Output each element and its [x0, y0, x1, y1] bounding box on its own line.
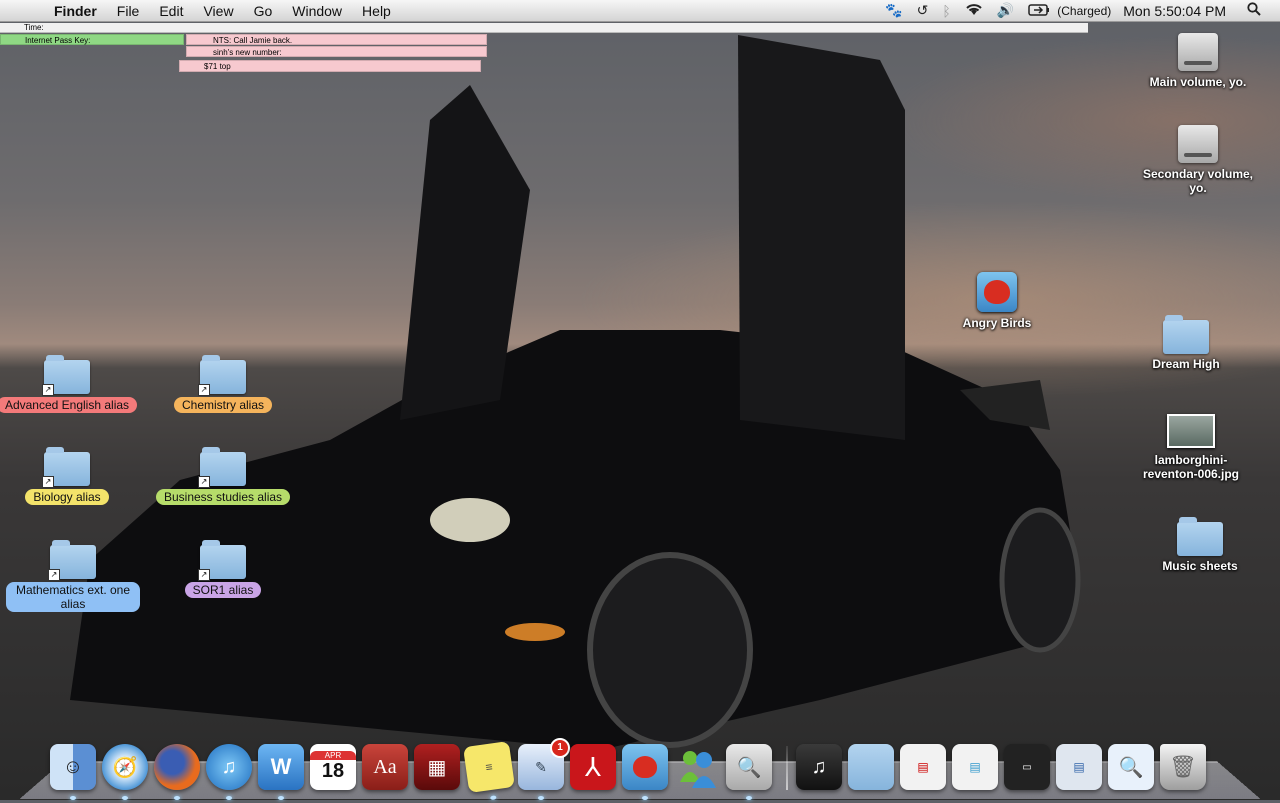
wifi-icon[interactable] — [958, 3, 990, 19]
alias-arrow-icon: ↗ — [42, 384, 54, 396]
desktop-icon-music-sheets[interactable]: Music sheets — [1115, 517, 1280, 573]
icon-label: lamborghini-reventon-006.jpg — [1142, 453, 1240, 481]
folder-alias-icon: ↗ — [198, 447, 246, 488]
icon-label: Dream High — [1152, 357, 1220, 371]
icon-label: Secondary volume, yo. — [1142, 167, 1254, 195]
note-71-top[interactable]: $71 top — [179, 60, 481, 72]
desktop-icon-sor1[interactable]: ↗ SOR1 alias — [138, 540, 308, 598]
icon-label: SOR1 alias — [184, 582, 262, 598]
icon-label: Advanced English alias — [0, 397, 138, 413]
desktop-icon-chemistry[interactable]: ↗ Chemistry alias — [138, 355, 308, 413]
alias-arrow-icon: ↗ — [42, 476, 54, 488]
alias-arrow-icon: ↗ — [198, 476, 210, 488]
battery-icon[interactable] — [1021, 3, 1057, 19]
dock-photo-booth-icon[interactable]: ▦ — [414, 744, 460, 790]
note-sinh-number[interactable]: sinh's new number: — [186, 46, 487, 57]
ical-month: APR — [310, 751, 356, 760]
dock-preview-icon[interactable]: 🔍 — [726, 744, 772, 800]
icon-label: Main volume, yo. — [1149, 75, 1247, 89]
dictionary-text: Aa — [373, 755, 397, 778]
dock-imgur-window-icon[interactable]: ▭ — [1004, 744, 1050, 790]
dock-textedit-icon[interactable]: ✎ 1 — [518, 738, 570, 800]
desktop-icon-mathematics[interactable]: ↗ Mathematics ext. one alias — [0, 540, 158, 612]
folder-alias-icon: ↗ — [48, 540, 96, 581]
volume-icon[interactable]: 🔊 — [990, 2, 1021, 19]
desktop-icon-lamborghini-jpg[interactable]: lamborghini-reventon-006.jpg — [1106, 414, 1276, 481]
note-time-label: Time: — [24, 23, 44, 32]
desktop-icon-business-studies[interactable]: ↗ Business studies alias — [138, 447, 308, 505]
menu-help[interactable]: Help — [352, 3, 401, 19]
icon-label: Chemistry alias — [173, 397, 273, 413]
ical-day: 18 — [321, 760, 345, 782]
dock-dictionary-icon[interactable]: Aa — [362, 744, 408, 790]
dock-finder-icon[interactable]: ☺ — [50, 744, 96, 800]
hard-drive-icon — [1178, 33, 1218, 71]
dock-pdf-window-icon[interactable]: ▤ — [900, 744, 946, 790]
menu-file[interactable]: File — [107, 3, 150, 19]
dock-angry-birds-icon[interactable] — [622, 744, 668, 800]
angry-birds-icon — [977, 272, 1017, 312]
notification-badge: 1 — [550, 738, 570, 758]
app-menu-finder[interactable]: Finder — [44, 3, 107, 19]
menu-go[interactable]: Go — [244, 3, 283, 19]
menu-window[interactable]: Window — [282, 3, 352, 19]
alias-arrow-icon: ↗ — [198, 384, 210, 396]
image-thumbnail-icon — [1167, 414, 1215, 448]
dock-chat-window-icon[interactable]: ▤ — [1056, 744, 1102, 790]
dock-folder-stack-icon[interactable] — [848, 744, 894, 790]
dock-messenger-icon[interactable] — [674, 744, 720, 790]
dock-firefox-icon[interactable] — [154, 744, 200, 800]
note-internet-pass-key[interactable]: Internet Pass Key: — [0, 34, 184, 45]
desktop-icon-main-volume[interactable]: Main volume, yo. — [1113, 33, 1280, 89]
dock-ical-icon[interactable]: APR 18 — [310, 744, 356, 790]
folder-alias-icon: ↗ — [42, 447, 90, 488]
dock-stickies-icon[interactable]: ≡ — [463, 741, 515, 801]
dock-itunes-stack-icon[interactable]: ♫ — [796, 744, 842, 790]
menu-bar: Finder File Edit View Go Window Help 🐾 ↺… — [0, 0, 1280, 22]
hard-drive-icon — [1178, 125, 1218, 163]
icon-label: Business studies alias — [155, 489, 291, 505]
desktop-icon-advanced-english[interactable]: ↗ Advanced English alias — [0, 355, 152, 413]
notes-strip[interactable]: Time: — [0, 23, 1088, 33]
icon-label: Music sheets — [1162, 559, 1238, 573]
menu-view[interactable]: View — [193, 3, 243, 19]
dock-messenger-window-icon[interactable]: ▤ — [952, 744, 998, 790]
desktop-icon-secondary-volume[interactable]: Secondary volume, yo. — [1113, 125, 1280, 195]
folder-icon — [1163, 315, 1209, 354]
dock-separator — [786, 746, 788, 790]
note-nts[interactable]: NTS: Call Jamie back. — [186, 34, 487, 45]
alias-arrow-icon: ↗ — [198, 569, 210, 581]
menu-edit[interactable]: Edit — [149, 3, 193, 19]
desktop-icon-angry-birds[interactable]: Angry Birds — [912, 272, 1082, 330]
dock-trash-icon[interactable]: 🗑 — [1160, 744, 1206, 790]
icon-label: Angry Birds — [962, 316, 1032, 330]
dock-word-icon[interactable]: W — [258, 744, 304, 800]
battery-status-text: (Charged) — [1057, 3, 1112, 18]
dock-quicklook-window-icon[interactable]: 🔍 — [1108, 744, 1154, 790]
folder-alias-icon: ↗ — [198, 540, 246, 581]
bluetooth-icon[interactable]: ᛒ — [935, 3, 957, 19]
icon-label: Biology alias — [25, 489, 109, 505]
folder-alias-icon: ↗ — [42, 355, 90, 396]
spotlight-search-icon[interactable] — [1240, 2, 1268, 19]
dock-safari-icon[interactable]: 🧭 — [102, 744, 148, 800]
dock-acrobat-icon[interactable]: ⅄ — [570, 744, 616, 790]
folder-icon — [1177, 517, 1223, 556]
menubar-clock[interactable]: Mon 5:50:04 PM — [1123, 3, 1240, 19]
dock: ☺ 🧭 ♫ W APR 18 Aa ▦ ≡ ✎ 1 ⅄ 🔍 ♫ ▤ ▤ ▭ ▤ … — [50, 734, 1240, 801]
paw-icon[interactable]: 🐾 — [878, 2, 909, 19]
icon-label: Mathematics ext. one alias — [6, 582, 140, 612]
desktop-icon-biology[interactable]: ↗ Biology alias — [0, 447, 152, 505]
time-machine-icon[interactable]: ↺ — [910, 2, 936, 19]
dock-itunes-icon[interactable]: ♫ — [206, 744, 252, 800]
alias-arrow-icon: ↗ — [48, 569, 60, 581]
folder-alias-icon: ↗ — [198, 355, 246, 396]
desktop-icon-dream-high[interactable]: Dream High — [1101, 315, 1271, 371]
